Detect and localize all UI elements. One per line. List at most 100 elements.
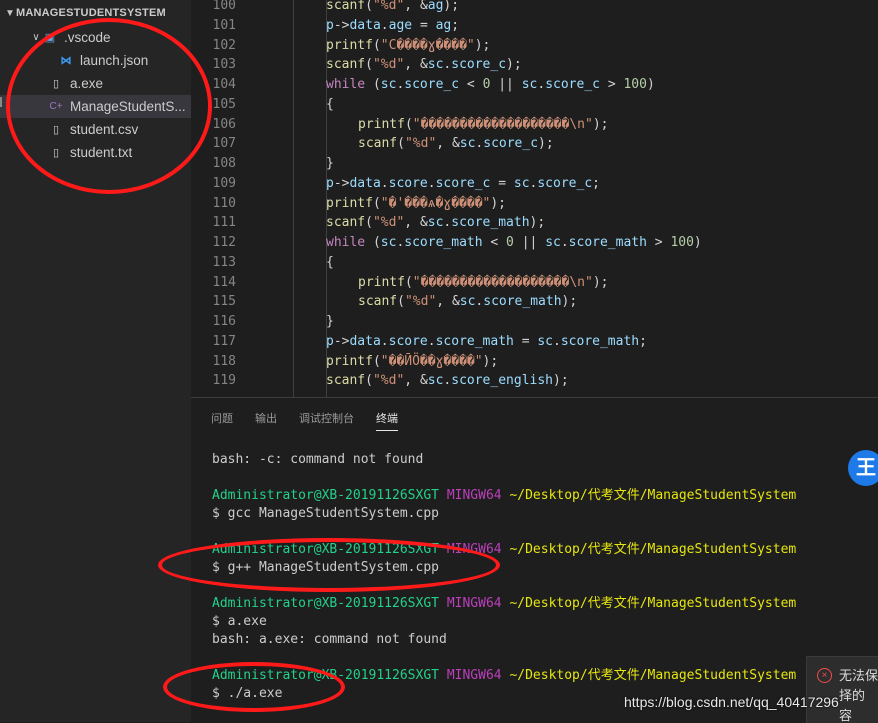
sash-marker <box>0 97 2 107</box>
terminal-prompt: Administrator@XB-20191126SXGT MINGW64 ~/… <box>212 541 796 559</box>
terminal-prompt: Administrator@XB-20191126SXGT MINGW64 ~/… <box>212 487 796 505</box>
terminal-prompt: Administrator@XB-20191126SXGT MINGW64 ~/… <box>212 667 796 685</box>
notification-text: 无法保 择的 容 <box>839 668 878 723</box>
terminal-command: $ gcc ManageStudentSystem.cpp <box>212 506 439 521</box>
bottom-panel: 问题 输出 调试控制台 终端 bash: -c: command not fou… <box>191 397 878 723</box>
prompt-user: Administrator@XB-20191126SXGT <box>212 668 439 683</box>
line-number: 100 <box>212 0 236 13</box>
code-line[interactable]: 110 printf("�'���ѧ�ɣ����"); <box>191 194 878 214</box>
code-line[interactable]: 112 while (sc.score_math < 0 || sc.score_… <box>191 233 878 253</box>
code-line[interactable]: 102 printf("C����ɣ����"); <box>191 36 878 56</box>
file-label: a.exe <box>70 76 104 91</box>
tab-output[interactable]: 输出 <box>255 406 277 430</box>
line-number: 106 <box>212 116 236 132</box>
line-number: 103 <box>212 57 236 73</box>
code-line[interactable]: 107 scanf("%d", &sc.score_c); <box>191 134 878 154</box>
prompt-path: ~/Desktop/代考文件/ManageStudentSystem <box>509 668 797 683</box>
file-icon: ▯ <box>52 147 60 159</box>
code-text: p->data.score.score_c = sc.score_c; <box>326 175 600 191</box>
code-line[interactable]: 108} <box>191 154 878 174</box>
terminal-command: $ a.exe <box>212 614 267 629</box>
line-number: 113 <box>212 254 236 270</box>
file-icon: ▯ <box>52 124 60 136</box>
code-line[interactable]: 117 p->data.score.score_math = sc.score_m… <box>191 332 878 352</box>
tab-debug-console[interactable]: 调试控制台 <box>299 406 354 430</box>
file-managestudentsystem-cpp[interactable]: C+ ManageStudentS... <box>0 95 191 118</box>
code-text: printf("�������������������\n"); <box>358 116 609 132</box>
code-line[interactable]: 101 p->data.age = ag; <box>191 16 878 36</box>
code-line[interactable]: 116} <box>191 312 878 332</box>
file-label: student.txt <box>70 145 133 160</box>
code-line[interactable]: 115 scanf("%d", &sc.score_math); <box>191 292 878 312</box>
file-label: ManageStudentS... <box>70 99 186 114</box>
code-line[interactable]: 111 scanf("%d", &sc.score_math); <box>191 213 878 233</box>
code-text: } <box>326 314 334 329</box>
code-line[interactable]: 119 scanf("%d", &sc.score_english); <box>191 371 878 391</box>
line-number: 105 <box>212 96 236 112</box>
file-a-exe[interactable]: ▯ a.exe <box>0 72 191 95</box>
line-number: 102 <box>212 37 236 53</box>
terminal-command: $ g++ ManageStudentSystem.cpp <box>212 560 439 575</box>
cpp-icon: C+ <box>49 101 63 112</box>
line-number: 118 <box>212 353 236 369</box>
prompt-user: Administrator@XB-20191126SXGT <box>212 488 439 503</box>
line-number: 117 <box>212 333 236 349</box>
terminal-error: bash: a.exe: command not found <box>212 632 447 647</box>
folder-label: .vscode <box>64 30 111 45</box>
code-text: printf("�'���ѧ�ɣ����"); <box>326 195 507 211</box>
explorer-root-folder[interactable]: ▼ MANAGESTUDENTSYSTEM <box>0 0 191 26</box>
file-label: launch.json <box>80 53 149 68</box>
prompt-user: Administrator@XB-20191126SXGT <box>212 596 439 611</box>
prompt-mingw: MINGW64 <box>446 596 502 611</box>
line-number: 108 <box>212 156 236 171</box>
code-line[interactable]: 114 printf("�������������������\n"); <box>191 273 878 293</box>
code-line[interactable]: 106 printf("�������������������\n"); <box>191 115 878 135</box>
tab-problems[interactable]: 问题 <box>211 406 233 430</box>
code-line[interactable]: 105 { <box>191 95 878 115</box>
code-line[interactable]: 103 scanf("%d", &sc.score_c); <box>191 55 878 75</box>
root-folder-label: MANAGESTUDENTSYSTEM <box>16 7 166 19</box>
terminal-prompt: Administrator@XB-20191126SXGT MINGW64 ~/… <box>212 595 796 613</box>
prompt-mingw: MINGW64 <box>446 668 502 683</box>
line-number: 119 <box>212 373 236 389</box>
floating-assistant-badge[interactable]: 王 <box>848 450 878 486</box>
panel-tabs: 问题 输出 调试控制台 终端 <box>191 398 878 438</box>
line-number: 112 <box>212 235 236 250</box>
code-editor[interactable]: 100 scanf("%d", &ag); 101 p->data.age = ag;… <box>191 0 878 397</box>
code-line[interactable]: 100 scanf("%d", &ag); <box>191 0 878 16</box>
code-text: scanf("%d", &sc.score_c); <box>358 136 554 152</box>
code-text: printf("C����ɣ����"); <box>326 37 491 53</box>
code-text: p->data.age = ag; <box>326 17 460 33</box>
file-label: student.csv <box>70 122 139 137</box>
code-text: while (sc.score_c < 0 || sc.score_c > 10… <box>326 77 655 92</box>
line-number: 116 <box>212 314 236 329</box>
prompt-user: Administrator@XB-20191126SXGT <box>212 542 439 557</box>
tab-terminal[interactable]: 终端 <box>376 406 398 431</box>
code-line[interactable]: 113 { <box>191 253 878 273</box>
code-line[interactable]: 118 printf("��ӢӦ��ɣ����"); <box>191 352 878 372</box>
prompt-mingw: MINGW64 <box>446 542 502 557</box>
error-notification[interactable]: × 无法保 择的 容 <box>806 656 878 723</box>
file-student-csv[interactable]: ▯ student.csv <box>0 118 191 141</box>
code-text: scanf("%d", &sc.score_c); <box>326 57 522 73</box>
line-number: 104 <box>212 77 236 92</box>
file-launch-json[interactable]: ⋈ launch.json <box>0 49 191 72</box>
chevron-down-icon[interactable]: ∨ <box>30 32 42 43</box>
watermark: https://blog.csdn.net/qq_40417296 <box>624 694 839 710</box>
prompt-path: ~/Desktop/代考文件/ManageStudentSystem <box>509 488 797 503</box>
code-text: scanf("%d", &sc.score_english); <box>326 373 569 389</box>
code-text: scanf("%d", &ag); <box>326 0 460 13</box>
code-text: { <box>326 254 334 270</box>
code-text: while (sc.score_math < 0 || sc.score_mat… <box>326 235 702 250</box>
chevron-down-icon[interactable]: ▼ <box>4 8 16 19</box>
line-number: 107 <box>212 136 236 152</box>
terminal-line: bash: -c: command not found <box>212 452 424 467</box>
terminal-command: $ ./a.exe <box>212 686 283 701</box>
prompt-path: ~/Desktop/代考文件/ManageStudentSystem <box>509 596 797 611</box>
code-line[interactable]: 104 while (sc.score_c < 0 || sc.score_c >… <box>191 75 878 95</box>
folder-vscode[interactable]: ∨ ▣ .vscode <box>0 26 191 49</box>
code-line[interactable]: 109 p->data.score.score_c = sc.score_c; <box>191 174 878 194</box>
code-text: p->data.score.score_math = sc.score_math… <box>326 333 647 349</box>
code-text: } <box>326 156 334 171</box>
file-student-txt[interactable]: ▯ student.txt <box>0 141 191 164</box>
